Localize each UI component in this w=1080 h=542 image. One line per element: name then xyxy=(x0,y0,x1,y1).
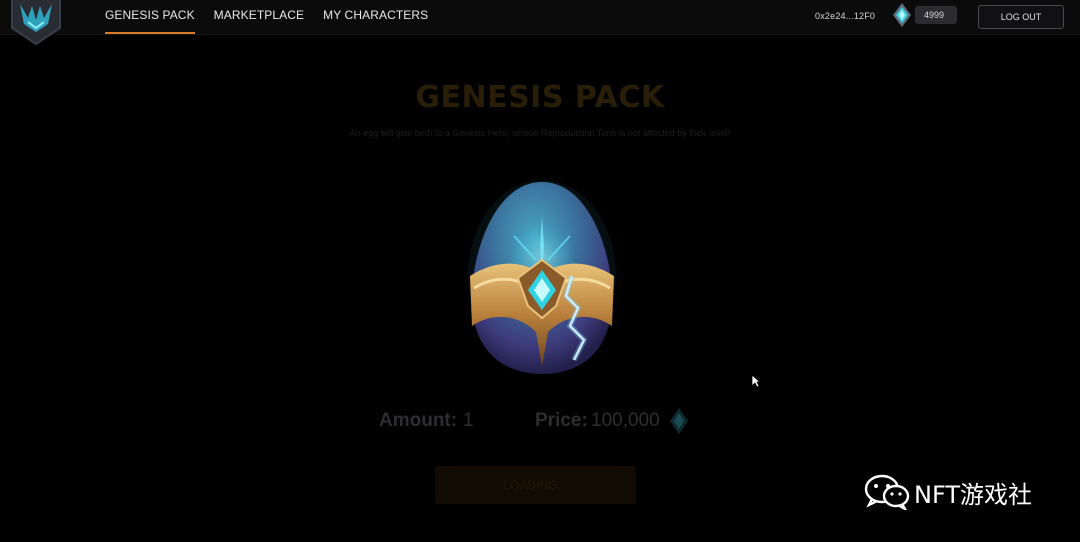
wallet-address: 0x2e24...12F0 xyxy=(815,11,876,21)
amount-value: 1 xyxy=(463,410,474,431)
page-subtitle: An egg will give birth to a Genesis Hero… xyxy=(349,128,731,138)
egg-image xyxy=(468,180,616,374)
amount-label: Amount: xyxy=(379,410,458,431)
main-nav: GENESIS PACK MARKETPLACE MY CHARACTERS xyxy=(105,0,428,35)
loading-button[interactable]: LOADING... xyxy=(435,466,636,504)
nav-my-characters[interactable]: MY CHARACTERS xyxy=(323,0,428,35)
mouse-cursor-icon xyxy=(751,374,761,388)
purchase-stats: Amount: 1 Price: 100,000 xyxy=(0,410,1080,440)
logout-button[interactable]: LOG OUT xyxy=(978,5,1064,29)
top-nav-bar: GENESIS PACK MARKETPLACE MY CHARACTERS 0… xyxy=(0,0,1080,46)
nav-genesis-pack[interactable]: GENESIS PACK xyxy=(105,0,195,35)
price-gem-icon xyxy=(670,408,688,434)
gem-balance-value: 4999 xyxy=(915,6,957,24)
watermark-text: NFT游戏社 xyxy=(914,480,1032,509)
page-title: GENESIS PACK xyxy=(415,80,665,115)
gem-icon xyxy=(893,3,911,27)
gem-balance: 4999 xyxy=(892,3,957,27)
price-label: Price: xyxy=(535,410,588,431)
watermark: NFT游戏社 xyxy=(864,474,1032,510)
nav-marketplace[interactable]: MARKETPLACE xyxy=(214,0,304,35)
price-value: 100,000 xyxy=(591,410,660,431)
wechat-icon xyxy=(864,474,910,510)
logo-icon[interactable] xyxy=(8,0,64,46)
